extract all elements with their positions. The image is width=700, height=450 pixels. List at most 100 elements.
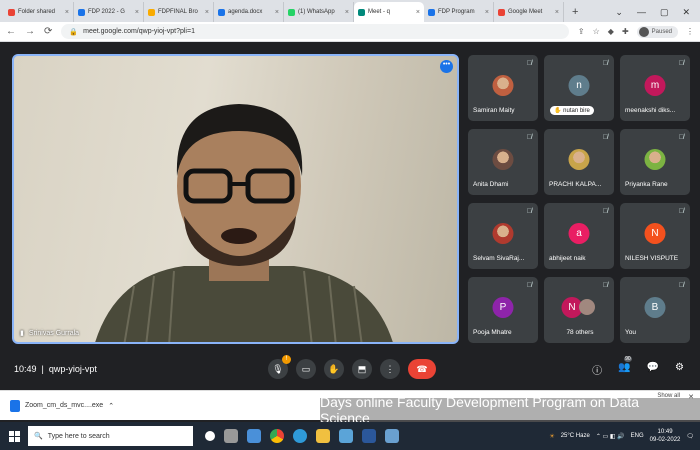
edge-icon[interactable]: [293, 429, 307, 443]
participant-tile[interactable]: 🎙̸ Samiran Maity: [468, 55, 538, 121]
chat-icon[interactable]: 💬: [647, 362, 659, 377]
word-icon[interactable]: [362, 429, 376, 443]
language-indicator[interactable]: ENG: [631, 433, 644, 439]
tab-favicon: [218, 8, 225, 16]
participant-tile[interactable]: 🎙̸ PRACHI KALPA...: [544, 129, 614, 195]
close-tab-icon[interactable]: ×: [135, 9, 139, 16]
mic-button[interactable]: 🎙!: [268, 355, 291, 379]
participant-avatar: n: [568, 75, 590, 96]
participant-avatar: a: [568, 223, 590, 244]
participant-tile[interactable]: 🎙̸ m meenakshi diks...: [620, 55, 690, 121]
close-tab-icon[interactable]: ×: [416, 9, 420, 16]
close-tab-icon[interactable]: ×: [345, 9, 349, 16]
close-tab-icon[interactable]: ×: [205, 9, 209, 16]
extension-icon[interactable]: ◆: [608, 27, 614, 36]
search-icon: 🔍: [34, 433, 43, 440]
start-button[interactable]: [0, 430, 28, 442]
chevron-up-icon[interactable]: ⌃: [108, 402, 114, 410]
meeting-info: 10:49 | qwp-yioj-vpt: [14, 364, 97, 374]
new-tab-button[interactable]: +: [564, 2, 586, 22]
weather-text[interactable]: 25°C Haze: [561, 433, 590, 439]
forward-icon[interactable]: →: [25, 26, 35, 37]
close-tab-icon[interactable]: ×: [485, 9, 489, 16]
mic-off-icon: 🎙̸: [526, 282, 532, 289]
participant-name: Selvam SivaRaj...: [473, 255, 525, 262]
file-explorer-icon[interactable]: [316, 429, 330, 443]
url-field[interactable]: 🔒 meet.google.com/qwp-yioj-vpt?pli=1: [61, 24, 569, 39]
hang-up-icon: ☎: [416, 363, 428, 374]
people-icon[interactable]: 👥 90: [618, 355, 632, 377]
participant-name: Pooja Mhatre: [473, 329, 512, 336]
windows-icon: [8, 430, 20, 442]
present-button[interactable]: ⬒: [352, 359, 372, 379]
tab-5[interactable]: Meet - q ×: [354, 2, 424, 22]
share-icon[interactable]: ⇪: [578, 27, 585, 36]
reload-icon[interactable]: ⟳: [44, 26, 52, 37]
taskbar-search[interactable]: 🔍 Type here to search: [28, 426, 193, 446]
mic-off-icon: 🎙̸: [678, 134, 684, 141]
mail-icon[interactable]: [247, 429, 261, 443]
tab-6[interactable]: FDP Program ×: [424, 2, 494, 22]
notification-icon[interactable]: 🗨: [686, 433, 694, 440]
tab-favicon: [288, 8, 295, 16]
participant-tile[interactable]: 🎙̸ Priyanka Rane: [620, 129, 690, 195]
tab-favicon: [498, 8, 505, 16]
participant-tile[interactable]: 🎙̸ N NILESH VISPUTE: [620, 203, 690, 269]
tile-options-button[interactable]: •••: [440, 60, 453, 73]
participant-photo: [644, 149, 666, 170]
tab-label: FDP 2022 - G: [88, 9, 125, 15]
tab-label: agenda.docx: [228, 9, 263, 15]
meeting-time: 10:49: [14, 364, 37, 374]
app-icon[interactable]: [339, 429, 353, 443]
tab-4[interactable]: (1) WhatsApp ×: [284, 2, 354, 22]
participant-tile[interactable]: 🎙̸ Selvam SivaRaj...: [468, 203, 538, 269]
more-options-button[interactable]: ⋮: [380, 359, 400, 379]
download-item[interactable]: Zoom_cm_ds_mvc....exe ⌃: [10, 399, 114, 412]
mic-off-icon: 🎙̸: [602, 208, 608, 215]
profile-button[interactable]: Paused: [636, 25, 678, 38]
activities-icon[interactable]: ⚙: [675, 362, 684, 377]
clock-date: 09-02-2022: [649, 437, 681, 443]
photos-icon[interactable]: [385, 429, 399, 443]
participant-tile[interactable]: 🎙̸ a abhijeet naik: [544, 203, 614, 269]
tab-1[interactable]: FDP 2022 - G ×: [74, 2, 144, 22]
cortana-icon[interactable]: [205, 431, 215, 441]
participant-tile[interactable]: 🎙̸ B You: [620, 277, 690, 343]
tab-0[interactable]: Folder shared ×: [4, 2, 74, 22]
participant-name: abhijeet naik: [549, 255, 586, 262]
participant-name: ✋ nutan bire: [550, 106, 594, 115]
participant-tile[interactable]: 🎙̸ N 78 others: [544, 277, 614, 343]
star-icon[interactable]: ☆: [593, 27, 600, 36]
tray-icons[interactable]: ⌃ ▭ ◧ 🔊: [596, 433, 625, 440]
participant-tile[interactable]: 🎙̸ n ✋ nutan bire: [544, 55, 614, 121]
close-tab-icon[interactable]: ×: [275, 9, 279, 16]
close-tab-icon[interactable]: ×: [65, 9, 69, 16]
close-window-icon[interactable]: ✕: [682, 7, 690, 18]
maximize-icon[interactable]: ▢: [660, 7, 669, 18]
participant-name: Samiran Maity: [473, 107, 515, 114]
participant-name: NILESH VISPUTE: [625, 255, 679, 262]
leave-call-button[interactable]: ☎: [408, 359, 436, 379]
chrome-icon[interactable]: [270, 429, 284, 443]
participant-tile[interactable]: 🎙̸ P Pooja Mhatre: [468, 277, 538, 343]
clock[interactable]: 10:49 09-02-2022: [650, 428, 681, 444]
participant-photo: [492, 223, 514, 244]
tab-2[interactable]: FDPFINAL Bro ×: [144, 2, 214, 22]
puzzle-icon[interactable]: ✚: [622, 27, 629, 36]
minimize-icon[interactable]: —: [637, 7, 646, 17]
mic-off-icon: 🎙: [272, 363, 284, 374]
task-view-icon[interactable]: [224, 429, 238, 443]
tab-3[interactable]: agenda.docx ×: [214, 2, 284, 22]
tab-search-icon[interactable]: ⌄: [615, 7, 623, 18]
back-icon[interactable]: ←: [6, 26, 16, 37]
raise-hand-button[interactable]: ✋: [324, 359, 344, 379]
info-icon[interactable]: ⓘ: [592, 362, 602, 377]
tab-favicon: [8, 8, 15, 16]
tab-7[interactable]: Google Meet ×: [494, 2, 564, 22]
menu-icon[interactable]: ⋮: [686, 27, 694, 36]
taskbar: 🔍 Type here to search ☀ 25°C Haze ⌃ ▭ ◧ 🔊…: [0, 422, 700, 450]
close-tab-icon[interactable]: ×: [555, 9, 559, 16]
participant-tile[interactable]: 🎙̸ Anita Dhami: [468, 129, 538, 195]
participant-avatar: P: [492, 297, 514, 318]
camera-button[interactable]: ▭: [296, 359, 316, 379]
